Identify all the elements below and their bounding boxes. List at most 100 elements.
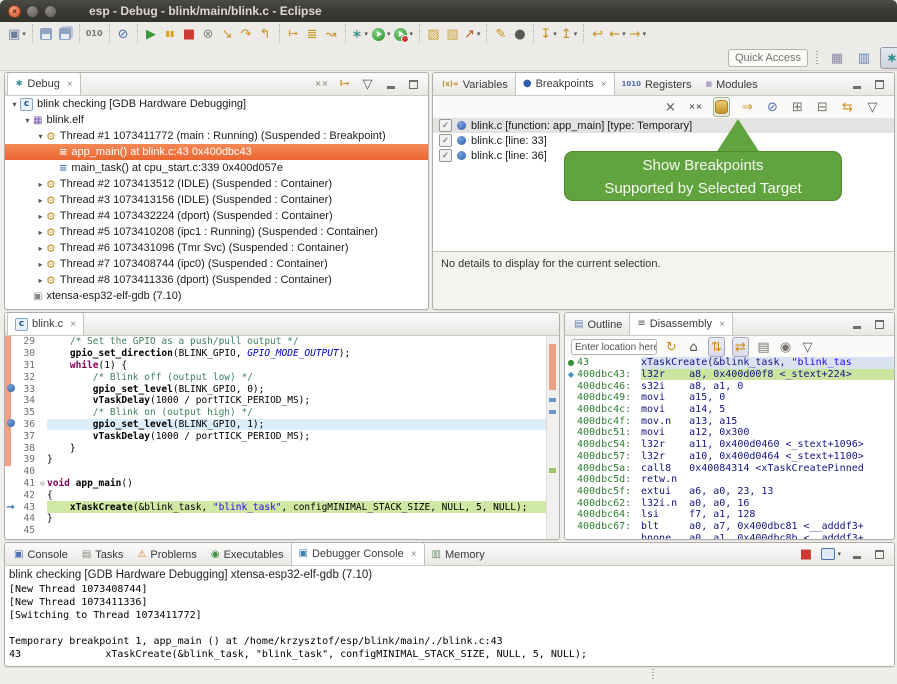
tab-disassembly[interactable]: ≡Disassembly× xyxy=(629,312,733,335)
refresh-button[interactable]: ↻ xyxy=(664,338,679,356)
breakpoint-row[interactable]: ✓blink.c [function: app_main] [type: Tem… xyxy=(433,118,894,133)
statusbar-grip[interactable] xyxy=(652,669,654,679)
editor-line[interactable]: 41⊖void app_main() xyxy=(5,478,547,490)
window-minimize-button[interactable] xyxy=(26,5,39,18)
editor-line[interactable]: 30 gpio_set_direction(BLINK_GPIO, GPIO_M… xyxy=(5,348,547,360)
debug-tree-row[interactable]: ▣xtensa-esp32-elf-gdb (7.10) xyxy=(5,288,428,304)
editor-line[interactable]: 44 } xyxy=(5,513,547,525)
maximize-button[interactable] xyxy=(406,75,421,93)
close-icon[interactable]: × xyxy=(70,319,76,330)
expand-all-button[interactable]: ⊞ xyxy=(790,98,805,116)
dropdown-arrow-icon[interactable]: ▾ xyxy=(22,30,26,38)
disassembly-row[interactable]: 400dbc5a:call8 0x40084314 <xTaskCreatePi… xyxy=(565,462,894,474)
tab-debugger-console[interactable]: ▣Debugger Console× xyxy=(291,542,425,565)
last-edit-location-button[interactable]: ↩ xyxy=(590,25,605,43)
editor-line[interactable]: 31 while(1) { xyxy=(5,360,547,372)
tree-expander-icon[interactable]: ▸ xyxy=(35,276,46,285)
disassembly-row[interactable]: bnone a0, a1, 0x400dbc8b <__adddf3+ xyxy=(565,532,894,539)
quick-access-box[interactable]: Quick Access xyxy=(728,49,808,67)
tab-outline[interactable]: ▤Outline xyxy=(567,314,629,335)
close-icon[interactable]: × xyxy=(411,549,417,560)
forward-button[interactable]: →▾ xyxy=(630,25,646,43)
editor-line[interactable]: 35 /* Blink on (output high) */ xyxy=(5,407,547,419)
editor-line[interactable]: 39 } xyxy=(5,454,547,466)
overview-ruler[interactable] xyxy=(546,336,559,539)
run-button[interactable]: ▾ xyxy=(372,25,391,43)
breakpoint-row[interactable]: ✓blink.c [line: 33] xyxy=(433,133,894,148)
breakpoint-checkbox[interactable]: ✓ xyxy=(439,119,452,132)
mark-occurrences-button[interactable]: ✎ xyxy=(493,25,508,43)
remove-all-breakpoints-button[interactable]: ×× xyxy=(688,98,703,116)
minimize-button[interactable] xyxy=(849,315,864,333)
minimize-button[interactable] xyxy=(849,75,864,93)
step-into-button[interactable]: ↘ xyxy=(220,25,235,43)
back-button[interactable]: ←▾ xyxy=(609,25,625,43)
debug-tree-row[interactable]: ▸⚙Thread #6 1073431096 (Tmr Svc) (Suspen… xyxy=(5,240,428,256)
editor-line[interactable]: 32 /* Blink off (output low) */ xyxy=(5,371,547,383)
editor-line[interactable]: →43 xTaskCreate(&blink_task, "blink_task… xyxy=(5,501,547,513)
tab-registers[interactable]: 1010Registers xyxy=(615,74,699,95)
disassembly-row[interactable]: 400dbc5d:retw.n xyxy=(565,474,894,486)
debug-tree-row[interactable]: ≡app_main() at blink.c:43 0x400dbc43 xyxy=(5,144,428,160)
tree-expander-icon[interactable]: ▸ xyxy=(35,244,46,253)
world-button[interactable]: ● xyxy=(512,25,527,43)
binary-file-button[interactable]: 010 xyxy=(86,25,103,43)
instruction-stepping-button[interactable]: i→ xyxy=(337,75,352,93)
save-button[interactable] xyxy=(39,25,54,43)
dropdown-arrow-icon[interactable]: ▾ xyxy=(553,30,557,38)
disassembly-row[interactable]: 400dbc4c:movi a14, 5 xyxy=(565,404,894,416)
toolbar-grip[interactable] xyxy=(816,51,818,65)
debug-tree-row[interactable]: ▸⚙Thread #4 1073432224 (dport) (Suspende… xyxy=(5,208,428,224)
disassembly-row[interactable]: 400dbc49:movi a15, 0 xyxy=(565,392,894,404)
show-debug-console-button[interactable]: ≣ xyxy=(305,25,320,43)
tree-expander-icon[interactable]: ▸ xyxy=(35,228,46,237)
debug-tree-row[interactable]: ▸⚙Thread #2 1073413512 (IDLE) (Suspended… xyxy=(5,176,428,192)
display-selected-console-button[interactable]: ▾ xyxy=(821,545,841,563)
view-menu-button[interactable]: ▽ xyxy=(360,75,375,93)
remove-selected-breakpoints-button[interactable]: × xyxy=(663,98,678,116)
editor-gutter[interactable]: 42 xyxy=(5,489,38,501)
dropdown-arrow-icon[interactable]: ▾ xyxy=(574,30,578,38)
dropdown-arrow-icon[interactable]: ▾ xyxy=(837,550,841,558)
view-menu-button[interactable]: ▽ xyxy=(865,98,880,116)
editor-line[interactable]: 42 { xyxy=(5,489,547,501)
previous-annotation-button[interactable]: ↥▾ xyxy=(561,25,577,43)
debug-tree-row[interactable]: ▸⚙Thread #3 1073413156 (IDLE) (Suspended… xyxy=(5,192,428,208)
disassembly-row[interactable]: 400dbc57:l32r a10, 0x400d0464 <_stext+11… xyxy=(565,451,894,463)
new-wizard-button[interactable]: ▣▾ xyxy=(8,25,26,43)
breakpoint-checkbox[interactable]: ✓ xyxy=(439,134,452,147)
breakpoint-marker-icon[interactable] xyxy=(7,419,15,427)
view-menu-button[interactable]: ▽ xyxy=(800,338,815,356)
tab-debug[interactable]: ∗ Debug × xyxy=(7,72,81,95)
terminate-console-button[interactable]: ■ xyxy=(798,545,813,563)
dropdown-arrow-icon[interactable]: ▾ xyxy=(477,30,481,38)
debug-button[interactable]: ∗▾ xyxy=(352,25,368,43)
console-body[interactable]: blink checking [GDB Hardware Debugging] … xyxy=(5,566,894,666)
disassembly-row[interactable]: 400dbc62:l32i.n a0, a0, 16 xyxy=(565,497,894,509)
remove-all-terminated-button[interactable]: ×× xyxy=(314,75,329,93)
disassembly-row[interactable]: 400dbc5f:extui a6, a0, 23, 13 xyxy=(565,486,894,498)
dropdown-arrow-icon[interactable]: ▾ xyxy=(364,30,368,38)
tab-executables[interactable]: ◉Executables xyxy=(204,544,291,565)
disconnect-button[interactable]: ⊗ xyxy=(201,25,216,43)
editor-gutter[interactable]: 36 xyxy=(5,419,38,431)
instruction-stepping-mode-button[interactable]: i→ xyxy=(286,25,301,43)
step-return-button[interactable]: ↰ xyxy=(258,25,273,43)
tree-expander-icon[interactable]: ▾ xyxy=(22,116,33,125)
use-step-filters-button[interactable]: ↝ xyxy=(324,25,339,43)
skip-all-breakpoints-button[interactable]: ⊘ xyxy=(116,25,131,43)
minimize-button[interactable] xyxy=(849,545,864,563)
skip-all-breakpoints-button[interactable]: ⊘ xyxy=(765,98,780,116)
tree-expander-icon[interactable]: ▸ xyxy=(35,180,46,189)
breakpoint-checkbox[interactable]: ✓ xyxy=(439,149,452,162)
new-disassembly-view-button[interactable]: ▤ xyxy=(756,338,771,356)
editor-line[interactable]: 33 gpio_set_level(BLINK_GPIO, 0); xyxy=(5,383,547,395)
tab-modules[interactable]: ▦Modules xyxy=(698,74,764,95)
editor-gutter[interactable]: 44 xyxy=(5,513,38,525)
tab-blink-c[interactable]: c blink.c × xyxy=(7,312,84,335)
disassembly-row[interactable]: 400dbc54:l32r a11, 0x400d0460 <_stext+10… xyxy=(565,439,894,451)
disassembly-row[interactable]: 400dbc64:lsi f7, a1, 128 xyxy=(565,509,894,521)
open-folder-button[interactable]: ▨ xyxy=(426,25,441,43)
close-icon[interactable]: × xyxy=(601,79,607,90)
minimize-button[interactable] xyxy=(383,75,398,93)
